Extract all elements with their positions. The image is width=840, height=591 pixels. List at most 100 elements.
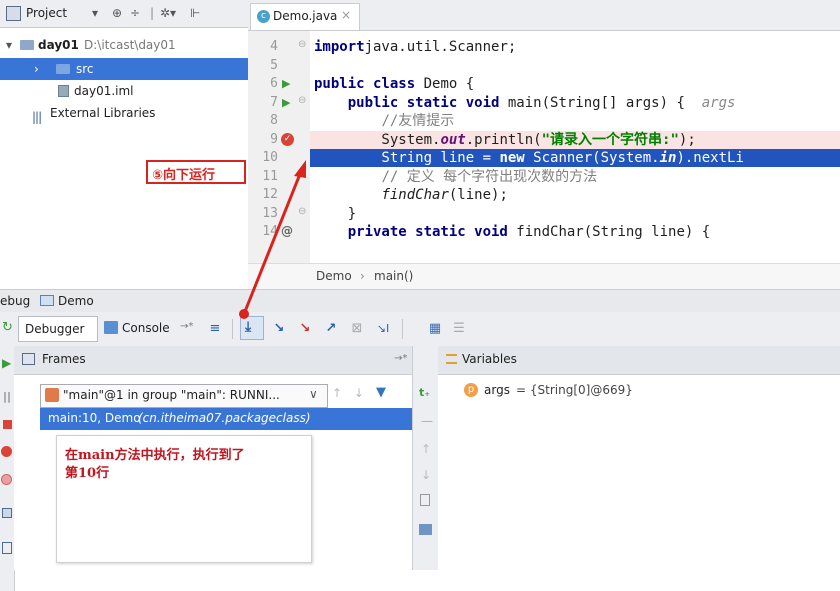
show-types-icon[interactable] (419, 524, 432, 535)
rerun-icon[interactable]: ↻ (2, 320, 13, 335)
pause-icon[interactable]: || (3, 390, 11, 403)
fold-icon[interactable]: ⊖ (298, 39, 306, 50)
pin-icon[interactable]: →* (394, 353, 407, 364)
frame-location: main:10, Demo (48, 411, 141, 425)
code-line[interactable]: importjava.util.Scanner; (314, 38, 840, 56)
resume-icon[interactable]: ▶ (2, 356, 11, 370)
tree-item-iml[interactable]: day01.iml (0, 80, 248, 102)
editor-gutter[interactable]: 4 5 6 ▶ 7 ▶ ⊖ 8 9 ✓ 10 11 12 13 ⊖ 14 @ ⊖ (248, 31, 310, 263)
tree-item-src[interactable]: › src (0, 58, 248, 80)
breadcrumb-class[interactable]: Demo (316, 269, 352, 283)
new-watch-icon[interactable]: t₊ (419, 386, 430, 399)
locate-icon[interactable]: ⊕ (112, 6, 122, 20)
tab-demo-java[interactable]: c Demo.java × (250, 3, 360, 30)
breadcrumb: Demo › main() (248, 263, 840, 289)
line-number: 9 (270, 131, 278, 147)
tab-debugger[interactable]: Debugger (18, 316, 98, 342)
filter-icon[interactable]: ▼ (376, 385, 386, 400)
parameter-badge-icon: p (464, 383, 478, 397)
library-icon: ||| (32, 110, 42, 124)
tree-item-label: src (76, 62, 94, 76)
line-number: 8 (270, 113, 278, 128)
code-line[interactable]: //友情提示 (314, 112, 840, 130)
file-icon (58, 85, 69, 97)
breadcrumb-method[interactable]: main() (374, 269, 413, 283)
move-down-icon[interactable]: ↓ (421, 468, 431, 482)
code-token: "请录入一个字符串:" (541, 131, 679, 148)
step-over-button[interactable]: ⤓ (240, 316, 264, 340)
code-token: import (314, 39, 365, 55)
code-line[interactable]: public static void main(String[] args) {… (314, 94, 840, 112)
code-line[interactable]: public class Demo { (314, 75, 840, 93)
gear-icon[interactable]: ✲▾ (160, 6, 176, 20)
tree-item-label: External Libraries (50, 106, 156, 120)
camera-icon[interactable] (2, 508, 12, 518)
code-line[interactable]: private static void findChar(String line… (314, 223, 840, 241)
layout-icon[interactable] (2, 542, 12, 554)
line-number: 5 (270, 57, 278, 73)
project-dropdown-icon[interactable]: ▾ (92, 6, 98, 20)
step-annotation-label: ⑤向下运行 (146, 160, 246, 184)
fold-icon[interactable]: ⊖ (298, 95, 306, 106)
view-breakpoints-icon[interactable] (1, 446, 12, 457)
code-token: java.util.Scanner; (364, 39, 517, 55)
breakpoint-icon[interactable]: ✓ (281, 132, 294, 146)
tree-item-libraries[interactable]: ||| External Libraries (0, 102, 248, 124)
hide-panel-icon[interactable]: ⊩ (190, 6, 200, 20)
move-up-icon[interactable]: ↑ (421, 442, 431, 456)
tree-item-label: day01 (38, 38, 79, 52)
code-line[interactable]: findChar(line); (314, 186, 840, 204)
annotation-note: 在main方法中执行，执行到了 第10行 (56, 435, 312, 563)
show-execution-point-icon[interactable]: ≡ (206, 320, 224, 338)
override-icon[interactable]: @ (281, 224, 293, 238)
line-number: 10 (262, 150, 278, 165)
previous-frame-icon[interactable]: ↑ (332, 386, 342, 400)
variable-value: = {String[0]@669} (516, 383, 633, 397)
variables-panel: p args = {String[0]@669} (438, 375, 840, 570)
step-out-icon[interactable]: ↗ (322, 320, 340, 338)
code-token: String line = (314, 150, 500, 166)
separator (402, 319, 403, 339)
chevron-down-icon[interactable]: ▾ (6, 34, 12, 56)
code-line[interactable]: } (314, 205, 840, 223)
run-to-cursor-icon[interactable]: ↘I (374, 320, 392, 338)
run-gutter-icon[interactable]: ▶ (282, 96, 290, 109)
code-line[interactable] (314, 57, 840, 75)
run-gutter-icon[interactable]: ▶ (282, 77, 290, 90)
close-icon[interactable]: × (341, 8, 351, 22)
code-token: .println( (465, 131, 542, 148)
source-folder-icon (56, 64, 70, 74)
code-editor[interactable]: importjava.util.Scanner; public class Dem… (310, 31, 840, 263)
step-into-icon[interactable]: ↘ (270, 320, 288, 338)
remove-watch-icon[interactable]: — (421, 414, 433, 428)
tree-item-day01[interactable]: ▾ day01 D:\itcast\day01 (0, 34, 248, 56)
thread-select[interactable]: "main"@1 in group "main": RUNNI... ∨ (40, 384, 328, 408)
stop-icon[interactable] (3, 420, 12, 429)
drop-frame-icon[interactable]: ⊠ (348, 320, 366, 338)
evaluate-expression-icon[interactable]: ▦ (426, 320, 444, 338)
collapse-icon[interactable]: ÷ (130, 6, 140, 20)
debug-tool-window-title: ebug Demo (0, 289, 840, 312)
code-token: System. (314, 131, 441, 148)
copy-icon[interactable] (420, 494, 430, 506)
variable-row[interactable]: p args = {String[0]@669} (464, 381, 824, 401)
next-frame-icon[interactable]: ↓ (354, 386, 364, 400)
force-step-into-icon[interactable]: ↘ (296, 320, 314, 338)
chevron-right-icon[interactable]: › (34, 58, 39, 80)
step-annotation-text: ⑤向下运行 (152, 168, 216, 183)
project-title[interactable]: Project (26, 6, 67, 20)
code-line[interactable]: System.out.println("请录入一个字符串:"); (314, 131, 840, 149)
code-line[interactable]: // 定义 每个字符出现次数的方法 (314, 168, 840, 186)
pin-icon[interactable]: →* (180, 321, 193, 332)
mute-breakpoints-icon[interactable] (1, 474, 12, 485)
tab-console[interactable]: Console →* (98, 316, 202, 340)
trace-icon[interactable]: ☰ (450, 320, 468, 338)
module-folder-icon (20, 40, 34, 50)
frame-row-selected[interactable]: main:10, Demo (cn.itheima07.packageclass… (40, 408, 412, 430)
code-line[interactable]: String line = new Scanner(System.in).nex… (314, 149, 840, 167)
code-token: private static void (347, 224, 508, 240)
fold-icon[interactable]: ⊖ (298, 206, 306, 217)
editor-tab-bar: c Demo.java × (248, 0, 840, 31)
